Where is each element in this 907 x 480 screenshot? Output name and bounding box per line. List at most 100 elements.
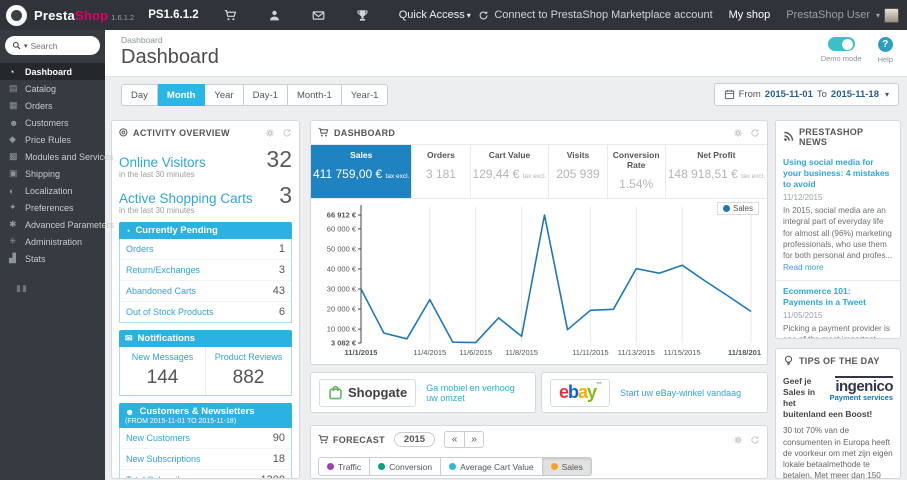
refresh-icon[interactable]	[282, 128, 292, 138]
rss-icon	[783, 131, 794, 143]
forecast-panel: FORECAST 2015 « » Traffic Conversion Ave…	[310, 425, 768, 479]
my-shop-link[interactable]: My shop	[729, 9, 771, 21]
metric-orders[interactable]: Orders 3 181	[412, 145, 471, 198]
pending-row-orders[interactable]: Orders 1	[120, 239, 291, 260]
sidebar-item-preferences[interactable]: ✦ Preferences	[0, 199, 105, 216]
gear-icon[interactable]	[733, 435, 743, 445]
forecast-legend-sales[interactable]: Sales	[542, 457, 592, 476]
chevron-down-icon[interactable]: ▾	[24, 42, 28, 50]
new-messages-stat[interactable]: New Messages 144	[120, 347, 206, 395]
shop-name[interactable]: PS1.6.1.2	[148, 9, 199, 21]
read-more-link[interactable]: Read more	[783, 263, 824, 272]
sidebar-item-dashboard[interactable]: ◔ Dashboard	[0, 63, 105, 80]
svg-text:11/15/2015: 11/15/2015	[664, 348, 701, 357]
sidebar-item-shipping[interactable]: ▣ Shipping	[0, 165, 105, 182]
date-range-picker[interactable]: From 2015-11-01 To 2015-11-18 ▾	[713, 83, 899, 106]
collapse-menu-button[interactable]: ▮▮	[16, 283, 105, 294]
toggle-switch-icon[interactable]	[827, 37, 855, 51]
messages-icon[interactable]	[297, 9, 341, 22]
sidebar-item-catalog[interactable]: ▤ Catalog	[0, 80, 105, 97]
range-day-1-button[interactable]: Day-1	[243, 84, 288, 106]
chevron-down-icon: ▾	[466, 11, 471, 20]
pending-row-abandoned-carts[interactable]: Abandoned Carts 43	[120, 281, 291, 302]
sidebar-item-modules-and-services[interactable]: ▩ Modules and Services	[0, 148, 114, 165]
search-input[interactable]	[30, 40, 93, 51]
forecast-legend-traffic[interactable]: Traffic	[318, 457, 371, 476]
metric-cart-value[interactable]: Cart Value 129,44 € tax excl.	[471, 145, 550, 198]
range-month-1-button[interactable]: Month-1	[287, 84, 342, 106]
forecast-year[interactable]: 2015	[393, 432, 436, 447]
pending-row-returns[interactable]: Return/Exchanges 3	[120, 260, 291, 281]
total-subscribers-row[interactable]: Total Subscribers1308	[120, 470, 291, 478]
range-month-button[interactable]: Month	[157, 84, 206, 106]
customers-quick-icon[interactable]	[253, 9, 297, 22]
brand-wordmark: PrestaShop	[34, 7, 109, 23]
sidebar-item-price-rules[interactable]: ◆ Price Rules	[0, 131, 105, 148]
metric-conversion-rate[interactable]: Conversion Rate 1.54%	[608, 145, 666, 198]
sidebar-item-advanced-parameters[interactable]: ✱ Advanced Parameters	[0, 216, 114, 233]
user-menu[interactable]: PrestaShop User ▾	[786, 7, 899, 23]
gear-icon[interactable]	[733, 128, 743, 138]
active-carts-value: 3	[279, 182, 292, 208]
sidebar-item-customers[interactable]: ☻ Customers	[0, 114, 105, 131]
help-button[interactable]: ? Help	[878, 37, 893, 64]
article-date: 11/12/2015	[783, 193, 823, 203]
version-label: 1.6.1.2	[111, 12, 135, 22]
article-title-link[interactable]: Ecommerce 101: Payments in a Tweet	[783, 286, 893, 308]
shopgate-link[interactable]: Ga mobiel en verhoog uw omzet	[426, 383, 527, 403]
question-mark-icon[interactable]: ?	[877, 37, 893, 52]
forecast-legend-conversion[interactable]: Conversion	[370, 457, 442, 476]
sidebar-item-orders[interactable]: ▦ Orders	[0, 97, 105, 114]
metric-visits[interactable]: Visits 205 939	[549, 145, 608, 198]
next-year-button[interactable]: »	[464, 431, 485, 448]
refresh-icon[interactable]	[750, 128, 760, 138]
average-cart-value-dot-icon	[449, 463, 457, 470]
range-year-1-button[interactable]: Year-1	[341, 84, 389, 106]
sidebar-item-stats[interactable]: ▟ Stats	[0, 250, 105, 267]
cart-icon[interactable]	[209, 9, 253, 22]
new-customers-row[interactable]: New Customers 90	[120, 428, 291, 449]
cart-icon	[318, 127, 329, 139]
tip-body: 30 tot 70% van de consumenten in Europa …	[783, 426, 893, 479]
globe-icon: ◐	[9, 185, 15, 196]
new-subscriptions-row[interactable]: New Subscriptions 18	[120, 449, 291, 470]
pending-row-out-of-stock[interactable]: Out of Stock Products 6	[120, 302, 291, 322]
gear-icon[interactable]	[265, 128, 275, 138]
trophy-icon[interactable]	[341, 9, 385, 22]
previous-year-button[interactable]: «	[444, 431, 465, 448]
product-reviews-stat[interactable]: Product Reviews 882	[206, 347, 291, 395]
sidebar-item-administration[interactable]: ✳ Administration	[0, 233, 105, 250]
range-year-button[interactable]: Year	[205, 84, 244, 106]
prestashop-logo[interactable]	[6, 4, 27, 26]
shopgate-banner[interactable]: Shopgate Ga mobiel en verhoog uw omzet	[310, 372, 536, 413]
ebay-banner[interactable]: ebay™ Start uw eBay-winkel vandaag	[541, 372, 768, 413]
truck-icon: ▣	[9, 168, 18, 178]
panel-title: FORECAST	[333, 434, 385, 445]
svg-text:66 912 €: 66 912 €	[327, 211, 357, 220]
marketplace-link[interactable]: Connect to PrestaShop Marketplace accoun…	[478, 9, 713, 21]
chart-legend[interactable]: Sales	[716, 202, 759, 215]
online-visitors-link[interactable]: Online Visitors	[119, 155, 206, 170]
demo-mode-toggle[interactable]: Demo mode	[821, 37, 862, 64]
forecast-legend-average-cart-value[interactable]: Average Cart Value	[441, 457, 543, 476]
svg-text:11/6/2015: 11/6/2015	[459, 348, 492, 357]
clock-icon: ◔	[125, 225, 131, 236]
avatar[interactable]	[884, 7, 899, 23]
refresh-icon[interactable]	[750, 435, 760, 445]
sidebar-search[interactable]: ▾	[5, 36, 100, 55]
person-icon: ☻	[125, 406, 135, 417]
metric-net-profit[interactable]: Net Profit 148 918,51 € tax excl.	[666, 145, 767, 198]
article-title-link[interactable]: Using social media for your business: 4 …	[783, 157, 893, 190]
news-article: Using social media for your business: 4 …	[776, 152, 900, 282]
chart-bar-icon: ▟	[9, 253, 16, 263]
quick-access-menu[interactable]: Quick Access ▾	[399, 9, 471, 21]
svg-text:20 000 €: 20 000 €	[327, 305, 357, 314]
ebay-link[interactable]: Start uw eBay-winkel vandaag	[620, 388, 741, 398]
breadcrumb[interactable]: Dashboard	[105, 30, 907, 45]
content-header: Dashboard Dashboard Demo mode ? Help	[105, 30, 907, 77]
metric-sales[interactable]: Sales 411 759,00 € tax excl.	[311, 145, 413, 198]
sidebar-item-localization[interactable]: ◐ Localization	[0, 182, 105, 199]
active-carts-link[interactable]: Active Shopping Carts	[119, 191, 253, 206]
range-day-button[interactable]: Day	[121, 84, 158, 106]
ingenico-logo: ingenico Payment services	[829, 376, 893, 403]
